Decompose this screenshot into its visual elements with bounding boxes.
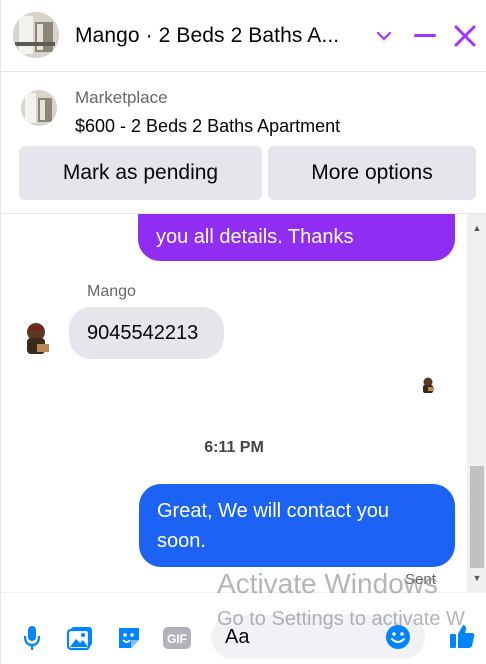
chat-window: Mango · 2 Beds 2 Baths A... Marketplace … bbox=[0, 0, 486, 664]
message-text: you all details. Thanks bbox=[156, 226, 354, 248]
sender-avatar[interactable] bbox=[15, 318, 57, 360]
scrollbar[interactable]: ▲ ▼ bbox=[467, 214, 486, 592]
conversation-avatar[interactable] bbox=[13, 12, 59, 58]
sender-name: Mango bbox=[87, 283, 136, 300]
listing-title[interactable]: $600 - 2 Beds 2 Baths Apartment bbox=[75, 116, 340, 137]
outgoing-message[interactable]: Great, We will contact you soon. bbox=[139, 484, 455, 567]
sticker-icon[interactable] bbox=[114, 623, 144, 653]
chat-header: Mango · 2 Beds 2 Baths A... bbox=[1, 0, 486, 72]
marketplace-label: Marketplace bbox=[75, 88, 168, 107]
listing-thumbnail[interactable] bbox=[21, 90, 57, 126]
mark-as-pending-button[interactable]: Mark as pending bbox=[19, 146, 262, 200]
photo-icon[interactable] bbox=[65, 623, 95, 653]
message-text-line: Great, We will contact you bbox=[157, 500, 389, 522]
gif-icon[interactable]: GIF bbox=[162, 623, 192, 653]
svg-text:GIF: GIF bbox=[167, 632, 187, 646]
conversation-title[interactable]: Mango · 2 Beds 2 Baths A... bbox=[75, 24, 339, 48]
chevron-down-icon[interactable] bbox=[370, 22, 398, 50]
activate-windows-watermark: Activate Windows bbox=[217, 568, 438, 599]
minimize-icon[interactable] bbox=[411, 22, 439, 50]
message-timestamp: 6:11 PM bbox=[204, 439, 264, 456]
microphone-icon[interactable] bbox=[17, 623, 47, 653]
seen-avatar bbox=[418, 375, 438, 395]
marketplace-card: Marketplace $600 - 2 Beds 2 Baths Apartm… bbox=[1, 72, 486, 214]
more-options-button[interactable]: More options bbox=[268, 146, 476, 200]
scrollbar-thumb[interactable] bbox=[470, 466, 484, 568]
incoming-message[interactable]: 9045542213 bbox=[69, 307, 224, 359]
scroll-down-icon[interactable]: ▼ bbox=[471, 572, 483, 584]
message-text: 9045542213 bbox=[87, 321, 199, 344]
message-list: you all details. Thanks Mango 9045542213 bbox=[1, 214, 467, 592]
scroll-up-icon[interactable]: ▲ bbox=[471, 222, 483, 234]
close-icon[interactable] bbox=[451, 22, 479, 50]
activate-windows-subtext: Go to Settings to activate W bbox=[217, 608, 465, 630]
outgoing-message[interactable]: you all details. Thanks bbox=[138, 214, 455, 261]
message-text-line: soon. bbox=[157, 530, 206, 552]
